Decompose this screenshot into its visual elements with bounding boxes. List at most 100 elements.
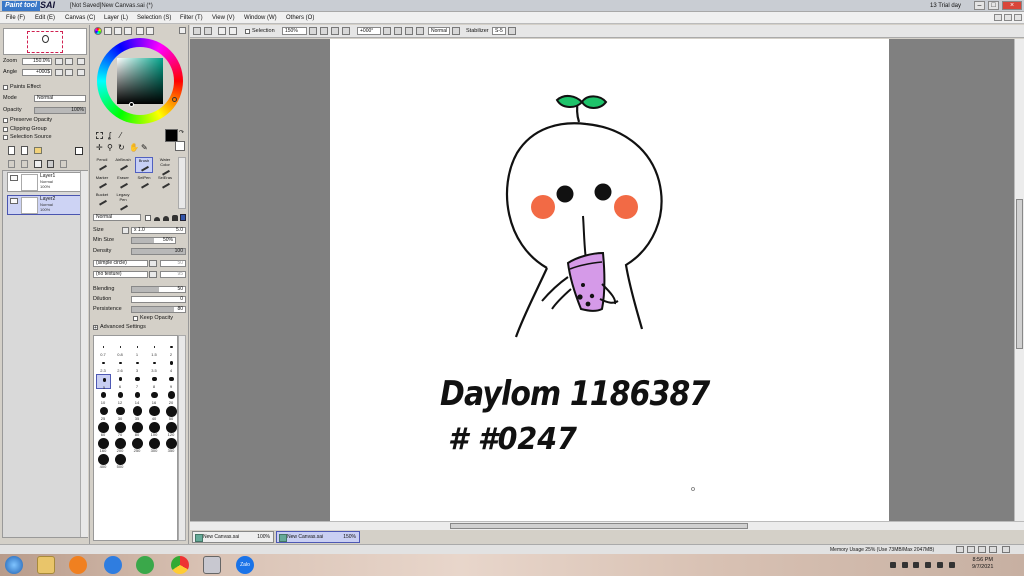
chrome-icon[interactable] xyxy=(171,556,189,574)
brush-size-preset[interactable]: 4 xyxy=(164,358,179,373)
saturation-value-square[interactable] xyxy=(117,58,163,104)
doc-restore-button[interactable] xyxy=(1004,14,1012,21)
rgb-slider-tab-icon[interactable] xyxy=(104,27,112,35)
status-button-4[interactable] xyxy=(989,546,997,553)
brush-size-preset[interactable]: 100 xyxy=(147,421,162,437)
blend-mode-select[interactable]: Normal xyxy=(428,27,450,35)
brush-size-preset[interactable]: 10 xyxy=(96,390,111,405)
rotate-reset-button[interactable] xyxy=(77,69,85,76)
menu-filter[interactable]: Filter (T) xyxy=(180,14,203,22)
doc-minimize-button[interactable] xyxy=(994,14,1002,21)
stabilizer-select[interactable]: S-5 xyxy=(492,27,506,35)
min-size-slider[interactable]: 50% xyxy=(131,237,176,244)
keep-opacity-checkbox[interactable] xyxy=(133,316,138,321)
menu-view[interactable]: View (V) xyxy=(212,14,235,22)
menu-others[interactable]: Others (O) xyxy=(286,14,314,22)
mode-select[interactable]: Normal xyxy=(34,95,86,102)
zoom-out-button[interactable] xyxy=(55,58,63,65)
paints-effect-toggle[interactable] xyxy=(3,85,8,90)
texture-shape-select[interactable]: (simple circle) xyxy=(93,260,148,267)
brush-size-preset[interactable]: 60 xyxy=(96,421,111,437)
minimize-button[interactable]: – xyxy=(974,1,985,10)
brush-size-preset[interactable]: 350 xyxy=(164,437,179,453)
horizontal-scroll-thumb[interactable] xyxy=(450,523,748,529)
menu-file[interactable]: File (F) xyxy=(6,14,25,22)
panel-options-icon[interactable] xyxy=(179,27,186,34)
hand-icon[interactable]: ✋ xyxy=(129,144,139,152)
zoom-in-button[interactable] xyxy=(65,58,73,65)
zoom-field[interactable]: 150.0% xyxy=(22,58,52,65)
angle-field[interactable]: +000$ xyxy=(22,69,52,76)
tray-app-icon[interactable] xyxy=(937,562,943,568)
zoom-dropdown-icon[interactable] xyxy=(309,27,317,35)
color-picker-handle[interactable] xyxy=(129,102,134,107)
brush-size-preset[interactable]: 0.7 xyxy=(96,342,111,357)
status-button-5[interactable] xyxy=(1002,546,1010,553)
clear-layer-icon[interactable] xyxy=(60,160,67,168)
angle-select[interactable]: +000° xyxy=(357,27,381,35)
navigator-preview[interactable] xyxy=(3,28,87,55)
media-player-icon[interactable] xyxy=(69,556,87,574)
brush-size-preset[interactable]: 16 xyxy=(147,390,162,405)
texture-strength[interactable]: 95 xyxy=(160,271,186,278)
brush-size-preset[interactable]: 1.5 xyxy=(147,342,162,357)
angle-dropdown-icon[interactable] xyxy=(383,27,391,35)
selection-checkbox[interactable] xyxy=(245,29,250,34)
drawing-canvas[interactable]: Daylom 1186387 # #0247 xyxy=(330,39,889,521)
blend-dropdown-icon[interactable] xyxy=(452,27,460,35)
start-orb-icon[interactable] xyxy=(5,556,23,574)
brush-size-preset[interactable]: 2.6 xyxy=(113,358,128,373)
brush-size-scrollbar[interactable] xyxy=(178,335,186,541)
brush-size-preset[interactable]: 50 xyxy=(164,405,179,421)
rotate-right-button[interactable] xyxy=(65,69,73,76)
tool-list-scrollbar[interactable] xyxy=(178,157,186,209)
zoom-in-icon[interactable] xyxy=(331,27,339,35)
brush-size-preset[interactable]: 0.8 xyxy=(113,342,128,357)
texture-shape-strength[interactable]: 50 xyxy=(160,260,186,267)
flip-icon[interactable] xyxy=(416,27,424,35)
opacity-slider[interactable]: 100% xyxy=(34,107,86,114)
redo-icon[interactable] xyxy=(229,27,237,35)
secondary-color-swatch[interactable] xyxy=(175,141,185,151)
merge-down-icon[interactable] xyxy=(34,160,42,168)
preserve-opacity-checkbox[interactable] xyxy=(3,118,8,123)
folder-icon[interactable] xyxy=(37,556,55,574)
blending-slider[interactable]: 50 xyxy=(131,286,186,293)
tray-app2-icon[interactable] xyxy=(949,562,955,568)
brush-size-preset[interactable]: 8 xyxy=(147,374,162,389)
eyedropper-icon[interactable]: ✎ xyxy=(141,144,148,152)
brush-size-preset[interactable]: 200 xyxy=(113,437,128,453)
brush-size-preset[interactable]: 70 xyxy=(113,421,128,437)
brush-size-preset[interactable]: 300 xyxy=(147,437,162,453)
brush-size-preset[interactable]: 500 xyxy=(113,453,128,469)
density-slider[interactable]: 100 xyxy=(131,248,186,255)
brush-size-preset[interactable]: 30 xyxy=(113,406,128,421)
maximize-button[interactable]: □ xyxy=(988,1,999,10)
new-layer-set-icon[interactable] xyxy=(21,146,28,155)
marker-tool[interactable]: Marker xyxy=(93,175,111,191)
zoom-select[interactable]: 150% xyxy=(282,27,307,35)
hsv-slider-tab-icon[interactable] xyxy=(114,27,122,35)
new-layer-icon[interactable] xyxy=(8,146,15,155)
swap-colors-icon[interactable]: ↷ xyxy=(179,130,184,136)
brush-size-preset[interactable]: 400 xyxy=(96,453,111,469)
watercolor-tool[interactable]: Water Color xyxy=(156,157,174,176)
brush-size-preset[interactable]: 160 xyxy=(96,437,111,453)
dilution-slider[interactable]: 0 xyxy=(131,296,186,303)
layer-item[interactable]: Layer1 Normal 100% xyxy=(7,172,81,192)
brush-size-preset[interactable]: 250 xyxy=(130,437,145,453)
menu-canvas[interactable]: Canvas (C) xyxy=(65,14,95,22)
rotate-ccw-icon[interactable] xyxy=(394,27,402,35)
seleraser-tool[interactable]: SelEras xyxy=(156,175,174,191)
texture-dropdown[interactable] xyxy=(149,271,157,278)
menu-window[interactable]: Window (W) xyxy=(244,14,277,22)
volume-icon[interactable] xyxy=(925,562,931,568)
brush-size-preset[interactable]: 40 xyxy=(147,405,162,421)
bucket-tool[interactable]: Bucket xyxy=(93,192,111,208)
selpen-tool[interactable]: SelPen xyxy=(135,175,153,191)
rotate-cw-icon[interactable] xyxy=(405,27,413,35)
swatches-tab-icon[interactable] xyxy=(136,27,144,35)
rotate-left-button[interactable] xyxy=(55,69,63,76)
stabilizer-dropdown-icon[interactable] xyxy=(508,27,516,35)
eye-icon[interactable] xyxy=(10,198,18,204)
